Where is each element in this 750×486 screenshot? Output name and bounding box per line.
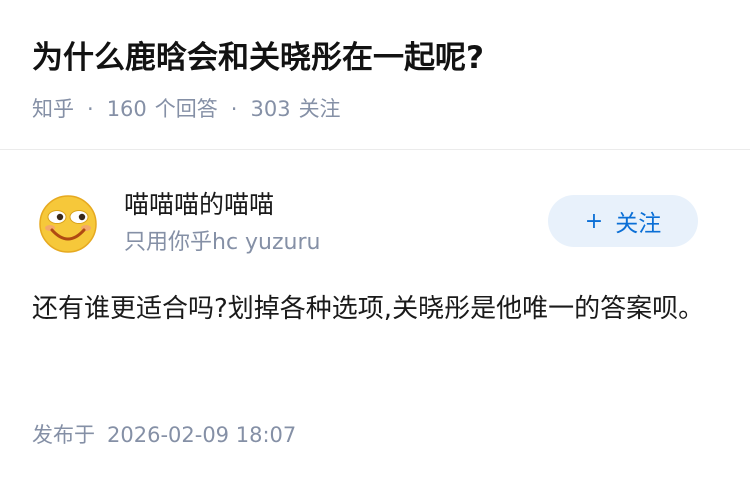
follower-count-label[interactable]: 关注 (299, 94, 341, 124)
publish-time: 2026-02-09 18:07 (107, 423, 297, 447)
follow-button-label: 关注 (615, 211, 662, 237)
follow-button[interactable]: + 关注 (548, 195, 698, 247)
question-title[interactable]: 为什么鹿晗会和关晓彤在一起呢? (32, 36, 484, 80)
source-label[interactable]: 知乎 (32, 94, 74, 124)
smiley-face-avatar-icon (39, 195, 97, 253)
question-header: 为什么鹿晗会和关晓彤在一起呢? 知乎 · 160 个回答 · 303 关注 (0, 0, 750, 150)
question-meta: 知乎 · 160 个回答 · 303 关注 (32, 94, 341, 124)
author-name[interactable]: 喵喵喵的喵喵 (124, 188, 274, 222)
answer-count-label[interactable]: 个回答 (155, 94, 218, 124)
follower-count: 303 (250, 97, 291, 121)
plus-icon: + (584, 208, 604, 234)
author-bio: 只用你乎hc yuzuru (124, 230, 321, 255)
publish-info: 发布于 2026-02-09 18:07 (32, 420, 296, 450)
publish-label: 发布于 (32, 423, 95, 447)
answer-content[interactable]: 还有谁更适合吗?划掉各种选项,关晓彤是他唯一的答案呗。 (32, 286, 712, 332)
separator-dot: · (87, 97, 94, 121)
answer-count: 160 (106, 97, 147, 121)
separator-dot: · (230, 97, 238, 121)
avatar[interactable] (38, 194, 98, 254)
